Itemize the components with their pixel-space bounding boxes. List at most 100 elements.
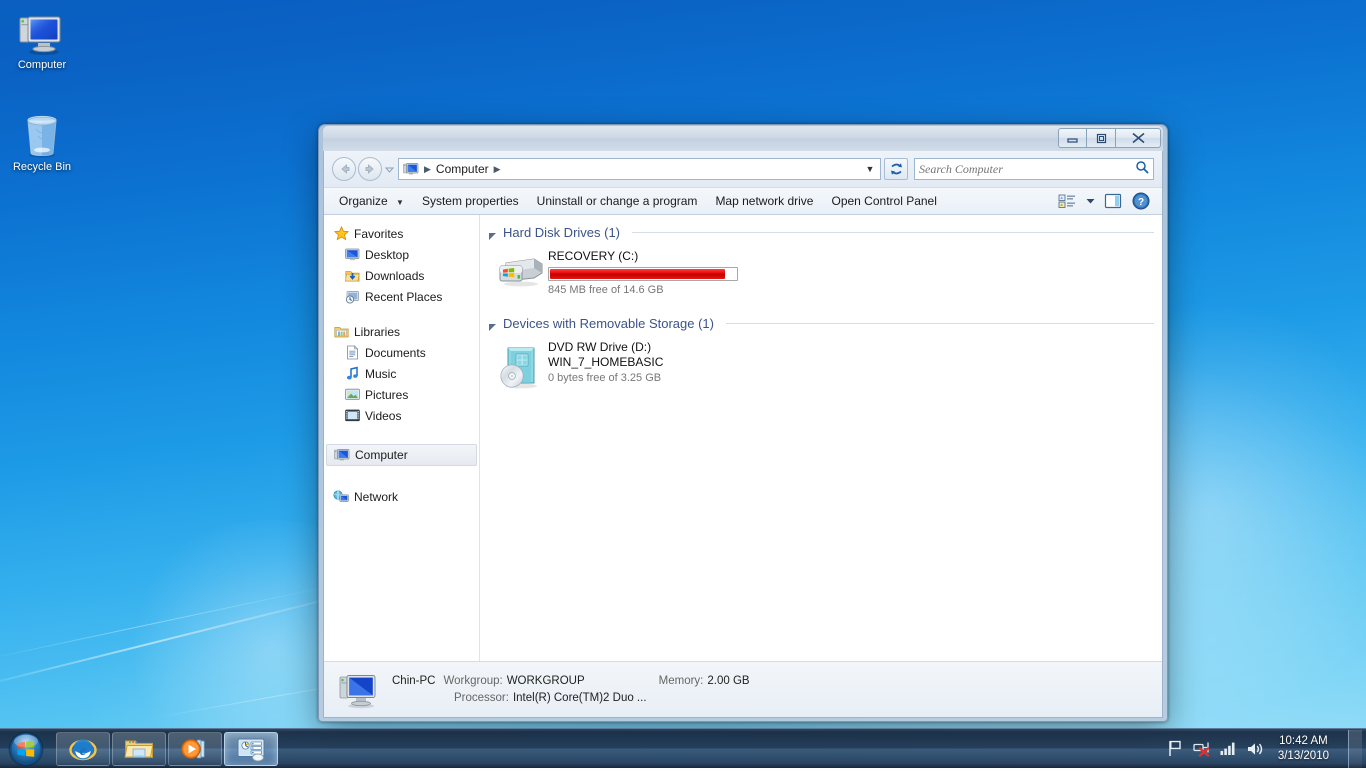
hard-disk-icon <box>494 248 548 288</box>
computer-icon <box>4 6 80 56</box>
preview-pane-icon[interactable] <box>1100 190 1126 212</box>
group-separator <box>726 323 1154 324</box>
videos-icon <box>344 408 360 424</box>
sidebar-item-music[interactable]: Music <box>324 363 479 384</box>
details-text: Chin-PC Workgroup: WORKGROUP Memory: 2.0… <box>392 673 750 707</box>
recycle-bin-icon <box>4 108 80 158</box>
wallpaper-streak <box>0 585 332 661</box>
desktop-icon-recycle-bin[interactable]: Recycle Bin <box>4 108 80 174</box>
documents-icon <box>344 345 360 361</box>
maximize-button[interactable] <box>1087 128 1116 148</box>
wallpaper-streak <box>0 588 368 692</box>
network-disconnected-icon[interactable] <box>1193 739 1211 759</box>
window-title-bar[interactable] <box>323 126 1163 151</box>
taskbar-button-windows-explorer[interactable] <box>112 732 166 766</box>
desktop-icon-label: Computer <box>4 59 80 72</box>
sidebar-item-network[interactable]: Network <box>324 486 479 507</box>
content-group-removable-storage: Devices with Removable Storage (1) <box>488 316 1154 403</box>
collapse-triangle-icon[interactable] <box>488 319 497 328</box>
change-view-icon[interactable] <box>1054 190 1080 212</box>
sidebar-label: Favorites <box>354 227 403 241</box>
group-header[interactable]: Devices with Removable Storage (1) <box>488 316 1154 331</box>
libraries-icon <box>333 324 349 340</box>
star-icon <box>333 226 349 242</box>
sidebar-label: Documents <box>365 346 426 360</box>
address-dropdown-icon[interactable]: ▼ <box>862 164 878 174</box>
navigation-pane[interactable]: Favorites Desktop <box>324 215 480 661</box>
search-icon[interactable] <box>1135 160 1149 179</box>
drive-volume-label: WIN_7_HOMEBASIC <box>548 355 663 370</box>
start-button[interactable] <box>2 730 50 768</box>
minimize-button[interactable] <box>1058 128 1087 148</box>
sidebar-label: Network <box>354 490 398 504</box>
sidebar-item-recent-places[interactable]: Recent Places <box>324 286 479 307</box>
explorer-window[interactable]: ▶ Computer ▶ ▼ <box>318 124 1168 722</box>
history-dropdown-icon[interactable] <box>382 166 396 173</box>
volume-icon[interactable] <box>1247 739 1265 759</box>
back-button[interactable] <box>332 157 356 181</box>
close-button[interactable] <box>1116 128 1161 148</box>
nav-group-network: Network <box>324 486 479 507</box>
taskbar-button-computer-window[interactable] <box>224 732 278 766</box>
signal-icon[interactable] <box>1220 739 1238 759</box>
clock-time: 10:42 AM <box>1278 734 1329 749</box>
show-desktop-button[interactable] <box>1348 730 1362 768</box>
nav-group-favorites: Favorites Desktop <box>324 223 479 307</box>
uninstall-or-change-a-program-button[interactable]: Uninstall or change a program <box>528 190 707 212</box>
address-bar-row: ▶ Computer ▶ ▼ <box>324 151 1162 187</box>
taskbar-button-windows-media-player[interactable] <box>168 732 222 766</box>
recent-places-icon <box>344 289 360 305</box>
system-properties-button[interactable]: System properties <box>413 190 528 212</box>
sidebar-item-computer[interactable]: Computer <box>326 444 477 466</box>
drive-item-dvd-rw-d[interactable]: DVD RW Drive (D:) WIN_7_HOMEBASIC 0 byte… <box>488 337 1154 403</box>
breadcrumb-separator: ▶ <box>422 164 433 175</box>
chevron-down-icon: ▼ <box>396 198 404 207</box>
taskbar-clock[interactable]: 10:42 AM 3/13/2010 <box>1274 734 1337 764</box>
sidebar-item-videos[interactable]: Videos <box>324 405 479 426</box>
open-control-panel-button[interactable]: Open Control Panel <box>822 190 945 212</box>
drive-capacity-fill <box>550 269 725 279</box>
computer-name: Chin-PC <box>392 673 435 690</box>
sidebar-item-favorites[interactable]: Favorites <box>324 223 479 244</box>
desktop-icon-label: Recycle Bin <box>4 161 80 174</box>
sidebar-item-pictures[interactable]: Pictures <box>324 384 479 405</box>
group-header[interactable]: Hard Disk Drives (1) <box>488 225 1154 240</box>
computer-icon <box>403 162 419 176</box>
breadcrumb-computer[interactable]: Computer <box>433 162 492 176</box>
sidebar-label: Pictures <box>365 388 408 402</box>
sidebar-item-libraries[interactable]: Libraries <box>324 321 479 342</box>
address-bar[interactable]: ▶ Computer ▶ ▼ <box>398 158 881 180</box>
dvd-drive-icon <box>494 339 548 389</box>
sidebar-item-documents[interactable]: Documents <box>324 342 479 363</box>
organize-label: Organize <box>339 194 388 208</box>
drive-name: DVD RW Drive (D:) <box>548 340 663 355</box>
organize-button[interactable]: Organize ▼ <box>330 190 413 212</box>
forward-button[interactable] <box>358 157 382 181</box>
collapse-triangle-icon[interactable] <box>488 228 497 237</box>
sidebar-item-downloads[interactable]: Downloads <box>324 265 479 286</box>
help-icon[interactable]: ? <box>1128 190 1154 212</box>
taskbar-button-internet-explorer[interactable]: e <box>56 732 110 766</box>
workgroup-label: Workgroup: <box>443 673 502 690</box>
view-dropdown-icon[interactable] <box>1082 190 1098 212</box>
desktop-icon-computer[interactable]: Computer <box>4 6 80 72</box>
desktop[interactable]: Computer Recycle Bin <box>0 0 1366 768</box>
search-input[interactable] <box>919 162 1135 177</box>
drive-capacity-bar <box>548 267 738 281</box>
toolbar-right-group: ? <box>1054 190 1156 212</box>
network-icon <box>333 489 349 505</box>
sidebar-item-desktop[interactable]: Desktop <box>324 244 479 265</box>
taskbar[interactable]: e <box>0 728 1366 768</box>
content-pane[interactable]: Hard Disk Drives (1) <box>480 215 1162 661</box>
group-separator <box>632 232 1154 233</box>
drive-item-recovery-c[interactable]: RECOVERY (C:) 845 MB free of 14.6 GB <box>488 246 1154 312</box>
search-box[interactable] <box>914 158 1154 180</box>
nav-group-computer: Computer <box>324 444 479 466</box>
action-center-icon[interactable] <box>1166 739 1184 759</box>
details-line-2: Processor: Intel(R) Core(TM)2 Duo ... <box>392 690 750 707</box>
map-network-drive-button[interactable]: Map network drive <box>706 190 822 212</box>
sidebar-label: Desktop <box>365 248 409 262</box>
refresh-button[interactable] <box>884 158 908 180</box>
downloads-icon <box>344 268 360 284</box>
breadcrumb-separator[interactable]: ▶ <box>492 164 503 175</box>
